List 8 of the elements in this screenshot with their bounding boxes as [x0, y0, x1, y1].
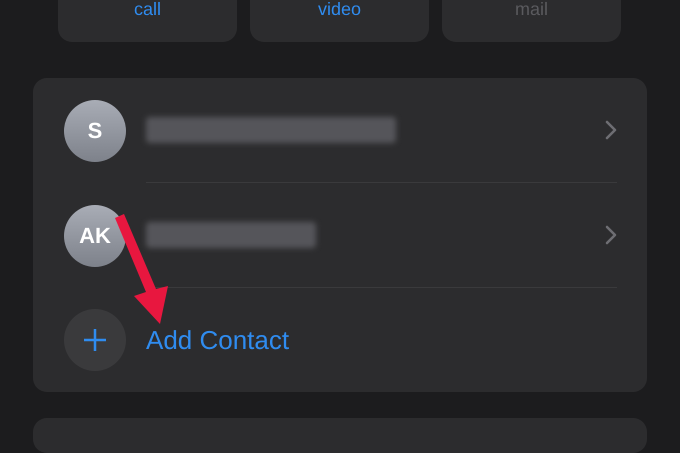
- plus-icon: [83, 328, 107, 352]
- chevron-icon: [605, 120, 617, 140]
- avatar: S: [64, 100, 126, 162]
- avatar: AK: [64, 204, 126, 266]
- action-button[interactable]: video: [250, 0, 429, 42]
- chevron-icon: [605, 225, 617, 245]
- action-button[interactable]: call: [58, 0, 237, 42]
- add-contact-label: Add Contact: [146, 324, 290, 356]
